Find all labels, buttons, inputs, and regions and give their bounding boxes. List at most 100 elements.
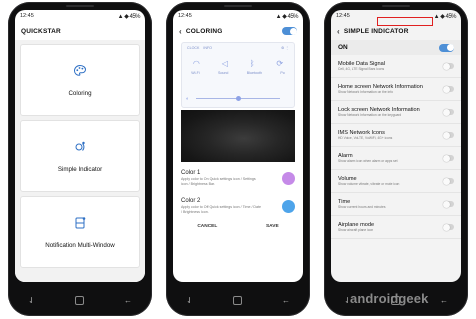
setting-row[interactable]: Time Show current hours and minutes xyxy=(331,193,461,216)
home-icon[interactable] xyxy=(232,295,242,305)
preview-tile-icons: ◠ ◁ ᛒ ⟳ xyxy=(182,59,294,68)
setting-desc: Show current hours and minutes xyxy=(338,204,386,209)
phone-quickstar: 12:45 ▲ ◆ 45% QUICKSTAR Coloring Simple … xyxy=(8,2,152,316)
setting-title: Airplane mode xyxy=(338,221,375,228)
back-arrow-icon[interactable]: ‹ xyxy=(337,27,340,36)
tile-label: Bluetooth xyxy=(246,71,262,75)
color-1-title: Color 1 xyxy=(181,170,201,177)
setting-desc: Show alarm icon when alarm or apps set xyxy=(338,158,398,163)
page-title: SIMPLE INDICATOR xyxy=(343,27,409,35)
setting-desc: Cell, 4G, LTE Signal Bars Icons xyxy=(338,66,385,71)
tile-label: Po xyxy=(280,71,285,75)
color-2-desc: Apply color to Off Quick settings icon /… xyxy=(181,205,262,214)
color-1-text: Color 1 Apply color to On Quick settings… xyxy=(181,170,263,186)
color-1-row[interactable]: Color 1 Apply color to On Quick settings… xyxy=(173,164,303,192)
preview-tab-clock: CLOCK xyxy=(187,46,200,50)
back-icon[interactable]: ← xyxy=(440,296,448,305)
setting-row[interactable]: Mobile Data Signal Cell, 4G, LTE Signal B… xyxy=(331,55,461,78)
quickstar-menu: Coloring Simple Indicator Notification M… xyxy=(15,40,145,282)
brightness-knob xyxy=(236,96,242,101)
simple-indicator-card[interactable]: Simple Indicator xyxy=(20,120,140,192)
speaker-grille xyxy=(224,5,252,7)
brightness-slider xyxy=(196,96,280,101)
setting-title: Volume xyxy=(338,175,357,182)
coloring-toggle[interactable] xyxy=(282,27,297,35)
phone-coloring: 12:45 ▲ ◆ 45% ‹ COLORING CLOCK INFO ⚙ ⋮ … xyxy=(166,2,310,316)
preview-settings-icon: ⚙ ⋮ xyxy=(281,46,289,50)
save-button[interactable]: SAVE xyxy=(266,224,279,229)
card-label: Notification Multi-Window xyxy=(45,241,115,249)
highlight-box xyxy=(377,17,433,26)
navigation-bar: ⇃ ← xyxy=(166,292,310,308)
color-1-desc: Apply color to On Quick settings icon / … xyxy=(181,177,256,186)
setting-toggle[interactable] xyxy=(443,223,454,231)
color-2-swatch[interactable] xyxy=(282,199,295,213)
dialog-buttons: CANCEL SAVE xyxy=(173,224,303,229)
preview-header: CLOCK INFO ⚙ ⋮ xyxy=(182,43,294,53)
coloring-screen: 12:45 ▲ ◆ 45% ‹ COLORING CLOCK INFO ⚙ ⋮ … xyxy=(173,10,303,282)
setting-toggle[interactable] xyxy=(443,131,454,139)
coloring-card[interactable]: Coloring xyxy=(20,44,140,116)
setting-toggle[interactable] xyxy=(443,62,454,70)
speaker-grille xyxy=(382,5,410,7)
back-icon[interactable]: ← xyxy=(282,296,290,305)
recent-apps-icon[interactable]: ⇃ xyxy=(28,296,35,305)
wallpaper-preview-image xyxy=(181,110,295,162)
simple-indicator-screen: 12:45 ▲ ◆ 45% ‹ SIMPLE INDICATOR ON Mobi… xyxy=(331,10,461,282)
preview-tile-labels: Wi-Fi Sound Bluetooth Po xyxy=(182,71,294,75)
notification-multi-window-card[interactable]: Notification Multi-Window xyxy=(20,196,140,268)
setting-desc: Show volume vibrate, vibrate or mute ico… xyxy=(338,181,400,186)
master-switch-label: ON xyxy=(338,44,348,51)
card-label: Simple Indicator xyxy=(57,165,103,173)
palette-icon xyxy=(73,64,87,76)
home-icon[interactable] xyxy=(74,295,84,305)
color-2-title: Color 2 xyxy=(181,198,201,205)
status-icons: ▲ ◆ 45% xyxy=(433,13,457,20)
color-1-swatch[interactable] xyxy=(282,171,295,185)
setting-row[interactable]: Airplane mode Show aircraft plane icon xyxy=(331,216,461,239)
watermark: androidgeek xyxy=(350,291,429,306)
setting-toggle[interactable] xyxy=(443,177,454,185)
tile-label: Wi-Fi xyxy=(191,71,200,75)
setting-toggle[interactable] xyxy=(443,85,454,93)
setting-toggle[interactable] xyxy=(443,154,454,162)
setting-row[interactable]: Home screen Network Information Show Netw… xyxy=(331,78,461,101)
status-time: 12:45 xyxy=(20,13,34,19)
setting-row[interactable]: Volume Show volume vibrate, vibrate or mu… xyxy=(331,170,461,193)
page-title: COLORING xyxy=(185,27,223,35)
setting-title: Home screen Network Information xyxy=(338,83,423,90)
cancel-button[interactable]: CANCEL xyxy=(197,224,217,229)
status-icons: ▲ ◆ 45% xyxy=(275,13,299,20)
bluetooth-icon: ᛒ xyxy=(249,59,255,68)
setting-toggle[interactable] xyxy=(443,108,454,116)
setting-row[interactable]: IMS Network Icons HD Voice, VoLTE, VoWiFi… xyxy=(331,124,461,147)
master-switch-toggle[interactable] xyxy=(439,43,454,52)
setting-title: Alarm xyxy=(338,152,353,159)
color-2-text: Color 2 Apply color to Off Quick setting… xyxy=(181,198,263,214)
status-icons: ▲ ◆ 45% xyxy=(117,13,141,20)
phone-simple-indicator: 12:45 ▲ ◆ 45% ‹ SIMPLE INDICATOR ON Mobi… xyxy=(324,2,468,316)
color-2-row[interactable]: Color 2 Apply color to Off Quick setting… xyxy=(173,192,303,220)
setting-desc: Show aircraft plane icon xyxy=(338,227,374,232)
status-time: 12:45 xyxy=(178,13,192,19)
sound-icon: ◁ xyxy=(221,59,228,68)
speaker-grille xyxy=(66,5,94,7)
navigation-bar: ⇃ ← xyxy=(8,292,152,308)
setting-row[interactable]: Lock screen Network Information Show Netw… xyxy=(331,101,461,124)
setting-desc: Show Network Information on the keyguard xyxy=(338,112,402,117)
setting-desc: HD Voice, VoLTE, VoWiFi, 4G+ icons xyxy=(338,135,393,140)
setting-desc: Show Network Information on the info xyxy=(338,89,393,94)
back-icon[interactable]: ← xyxy=(124,296,132,305)
setting-title: Time xyxy=(338,198,351,205)
quick-panel-preview: CLOCK INFO ⚙ ⋮ ◠ ◁ ᛒ ⟳ Wi-Fi Sound Bluet… xyxy=(181,42,295,108)
status-bar: 12:45 ▲ ◆ 45% xyxy=(173,10,303,22)
setting-row[interactable]: Alarm Show alarm icon when alarm or apps … xyxy=(331,147,461,170)
master-switch-row[interactable]: ON xyxy=(331,40,461,55)
setting-toggle[interactable] xyxy=(443,200,454,208)
back-arrow-icon[interactable]: ‹ xyxy=(179,27,182,36)
wifi-icon: ◠ xyxy=(192,59,200,68)
status-bar: 12:45 ▲ ◆ 45% xyxy=(15,10,145,22)
recent-apps-icon[interactable]: ⇃ xyxy=(186,296,193,305)
indicator-icon xyxy=(75,141,85,151)
page-title: QUICKSTAR xyxy=(21,27,61,35)
